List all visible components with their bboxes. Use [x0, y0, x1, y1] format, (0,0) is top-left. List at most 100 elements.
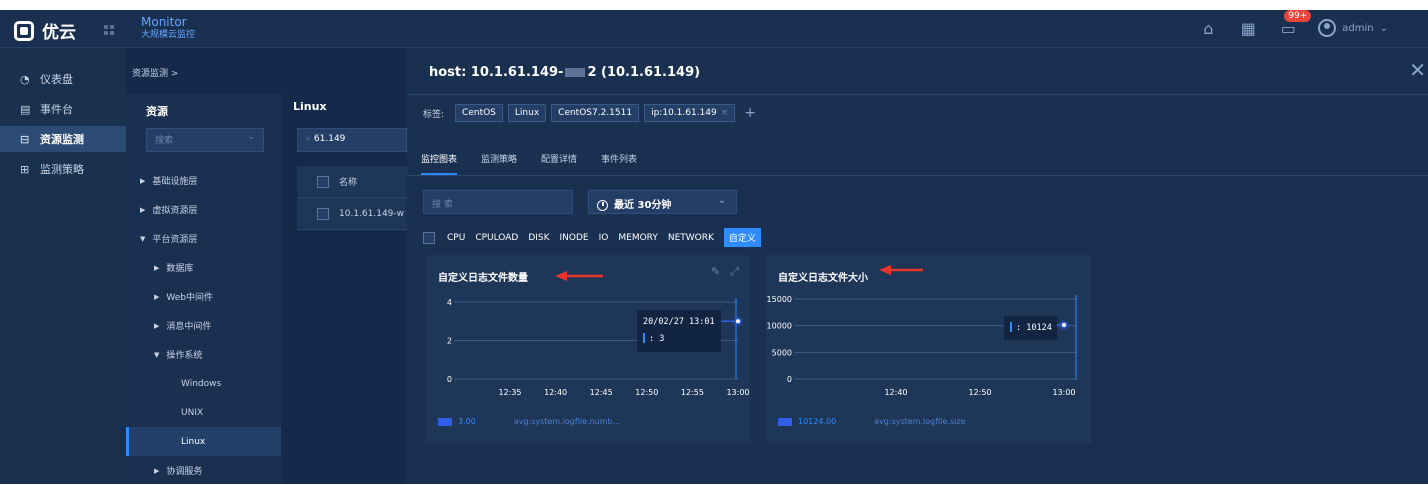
- fullscreen-icon[interactable]: ⤢: [730, 265, 739, 279]
- detail-tabs: 监控图表 监测策略 配置详情 事件列表: [421, 152, 637, 175]
- select-all-checkbox[interactable]: [317, 175, 329, 188]
- host-search-input[interactable]: ⌕ 61.149: [297, 128, 407, 152]
- tree-item[interactable]: Windows: [126, 369, 281, 398]
- tree-item-label: 协调服务: [166, 467, 203, 477]
- tab-monitor-policy[interactable]: 监测策略: [481, 152, 517, 175]
- tag-remove-icon[interactable]: ×: [721, 108, 729, 118]
- logo[interactable]: 优云: [14, 18, 76, 43]
- y-tick-label: 0: [787, 375, 792, 384]
- chart-tooltip: : 10124: [1004, 316, 1057, 340]
- metric-filter[interactable]: DISK: [528, 233, 549, 243]
- row-checkbox[interactable]: [317, 207, 329, 220]
- tags-label: 标签:: [423, 109, 445, 120]
- tab-monitor-charts[interactable]: 监控图表: [421, 152, 458, 175]
- tree-item[interactable]: ▼ 平台资源层: [126, 224, 281, 253]
- tree-item[interactable]: ▶ 消息中间件: [126, 311, 281, 340]
- x-tick-label: 12:45: [590, 388, 613, 397]
- breadcrumb[interactable]: 资源监测 >: [126, 48, 407, 94]
- tree-item-label: 数据库: [166, 264, 194, 274]
- user-menu[interactable]: admin ⌄: [1318, 19, 1388, 37]
- tag[interactable]: CentOS7.2.1511: [551, 104, 640, 122]
- time-range-select[interactable]: 最近 30分钟 ⌄: [588, 190, 737, 214]
- user-avatar-icon: [1318, 19, 1337, 37]
- layout-icon[interactable]: ▦: [1238, 18, 1258, 38]
- caret-down-icon: ▼: [140, 234, 146, 243]
- metric-filter[interactable]: INODE: [560, 233, 589, 243]
- add-tag-icon[interactable]: +: [744, 105, 756, 121]
- tab-config-details[interactable]: 配置详情: [541, 152, 577, 175]
- chart-legend: 3.00 avg:system.logfile.numb...: [438, 417, 620, 426]
- metric-filter[interactable]: IO: [599, 233, 609, 243]
- metric-filter[interactable]: CPU: [447, 233, 465, 243]
- tag[interactable]: Linux: [507, 104, 547, 122]
- host-table: 名称 10.1.61.149-w: [297, 166, 407, 230]
- chart-card-log-size: 15000 10000 5000 0 12:40 12:50 13:00: 10124 自定…: [766, 255, 1091, 443]
- x-tick-label: 12:50: [635, 388, 658, 397]
- sidebar-item-label: 仪表盘: [40, 73, 73, 86]
- edit-icon[interactable]: ✎: [711, 265, 720, 279]
- tag-row: 标签: CentOS Linux CentOS7.2.1511 ip:10.1.…: [423, 104, 756, 122]
- data-point: [1061, 322, 1067, 329]
- y-tick-label: 4: [447, 298, 452, 307]
- metric-filter-custom[interactable]: 自定义: [723, 228, 761, 247]
- metric-filter[interactable]: NETWORK: [668, 233, 714, 243]
- chart-card-log-count: 4 2 0 12:35 12:40 12:45 12:50 12:55 13:00 20/02/2…: [426, 255, 751, 443]
- tag-label: ip:10.1.61.149: [651, 108, 717, 118]
- notification-badge: 99+: [1284, 10, 1312, 22]
- y-tick-label: 2: [447, 337, 452, 346]
- apps-grid-icon[interactable]: [104, 25, 114, 35]
- metric-select-all-checkbox[interactable]: [423, 231, 435, 244]
- tooltip-value: : 10124: [1016, 323, 1052, 333]
- resource-search-placeholder: 搜索: [155, 136, 174, 146]
- metric-filter[interactable]: CPULOAD: [475, 233, 518, 243]
- sidebar-item-events[interactable]: ▤ 事件台: [0, 96, 126, 122]
- product-name: Monitor: [141, 15, 187, 29]
- sidebar-item-dashboard[interactable]: ◔ 仪表盘: [0, 66, 126, 92]
- home-icon[interactable]: ⌂: [1198, 18, 1218, 38]
- close-icon[interactable]: ✕: [1409, 58, 1426, 82]
- tree-item[interactable]: ▼ 操作系统: [126, 340, 281, 369]
- sidebar: ◔ 仪表盘 ▤ 事件台 ⊟ 资源监测 ⊞ 监测策略: [0, 48, 126, 484]
- tag[interactable]: ip:10.1.61.149 ×: [644, 104, 736, 122]
- y-tick-label: 5000: [772, 348, 792, 357]
- column-name-header: 名称: [339, 178, 358, 188]
- tree-item-label: 虚拟资源层: [152, 206, 198, 216]
- legend-swatch: [778, 417, 792, 426]
- clock-icon: [597, 199, 608, 211]
- legend-value: 3.00: [458, 417, 476, 426]
- tree-item[interactable]: ▶ Web中间件: [126, 282, 281, 311]
- tree-item[interactable]: ▶ 基础设施层: [126, 166, 281, 195]
- tree-item[interactable]: ▶ 协调服务: [126, 456, 281, 485]
- tree-item-label: 平台资源层: [152, 235, 198, 245]
- tree-item-label: 消息中间件: [166, 322, 212, 332]
- tree-item[interactable]: ▶ 虚拟资源层: [126, 195, 281, 224]
- legend-series-name: avg:system.logfile.size: [874, 417, 966, 426]
- tree-item[interactable]: ▶ 数据库: [126, 253, 281, 282]
- caret-right-icon: ▶: [154, 292, 160, 301]
- chart-tooltip: 20/02/27 13:01: 3: [637, 310, 721, 352]
- chart-search-input[interactable]: 搜 索: [423, 190, 573, 214]
- resource-panel-title: 资源: [146, 105, 168, 118]
- tooltip-series-marker: [643, 333, 645, 343]
- caret-right-icon: ▶: [154, 321, 160, 330]
- resource-tree: ▶ 基础设施层 ▶ 虚拟资源层 ▼ 平台资源层 ▶ 数据库 ▶ Web中间件 ▶ 消息中间件…: [126, 166, 281, 485]
- y-tick-label: 0: [447, 375, 452, 384]
- redacted-blur: [565, 68, 586, 77]
- chevron-down-icon: ⌄: [717, 195, 726, 206]
- resource-search-select[interactable]: 搜索 ⌄: [146, 128, 264, 152]
- x-tick-label: 12:40: [544, 388, 567, 397]
- metric-filter[interactable]: MEMORY: [618, 233, 657, 243]
- host-name-cell: 10.1.61.149-w: [339, 208, 404, 219]
- tag[interactable]: CentOS: [455, 104, 503, 122]
- sidebar-item-resource-monitor[interactable]: ⊟ 资源监测: [0, 126, 126, 152]
- tab-event-list[interactable]: 事件列表: [601, 152, 637, 175]
- caret-right-icon: ▶: [154, 263, 160, 272]
- message-icon[interactable]: ▭ 99+: [1278, 10, 1312, 38]
- table-row[interactable]: 10.1.61.149-w: [297, 198, 407, 230]
- chart-actions: ✎ ⤢: [711, 265, 739, 279]
- legend-swatch: [438, 417, 452, 426]
- sidebar-item-policy[interactable]: ⊞ 监测策略: [0, 156, 126, 182]
- tree-item-selected[interactable]: Linux: [126, 427, 281, 456]
- x-tick-label: 12:40: [884, 388, 907, 397]
- tree-item[interactable]: UNIX: [126, 398, 281, 427]
